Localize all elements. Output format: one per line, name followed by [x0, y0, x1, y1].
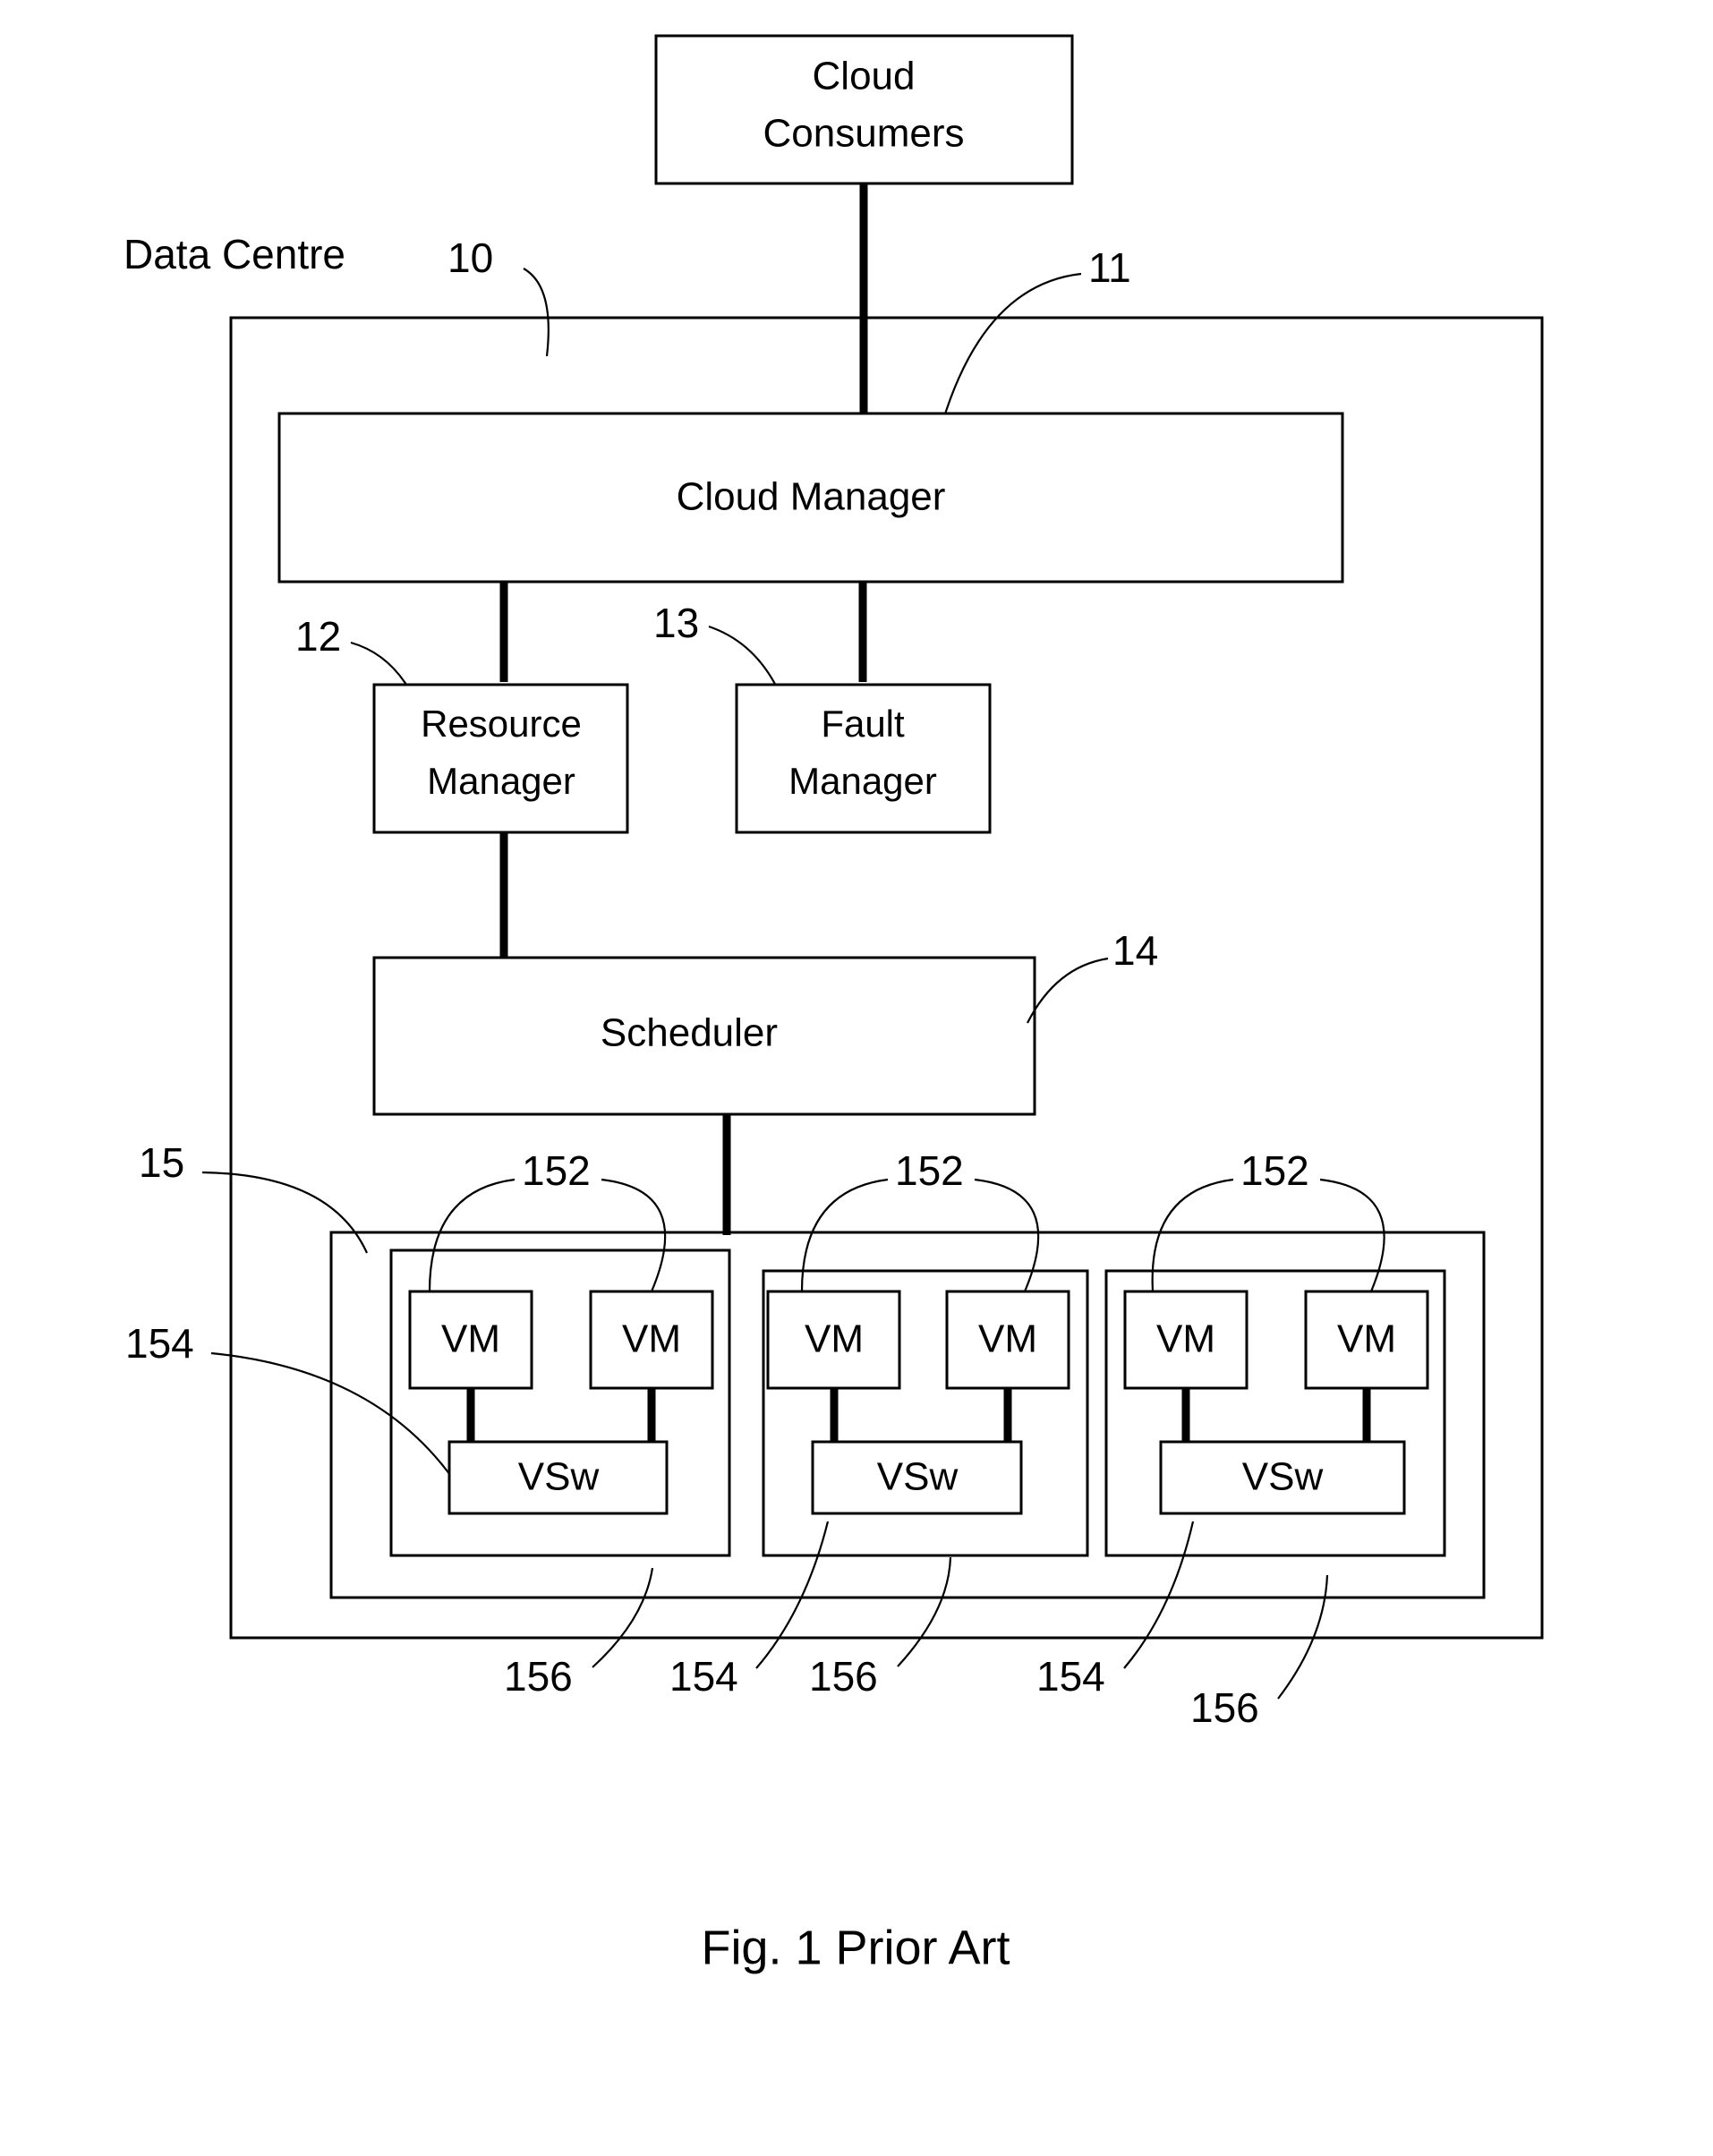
- ref-11-cloud-manager: 11: [1088, 244, 1131, 291]
- cloud-consumers-node: Cloud Consumers: [654, 34, 1074, 185]
- ref-13-fault-manager: 13: [653, 600, 699, 646]
- cloud-consumers-label-line2: Consumers: [763, 112, 965, 156]
- ref-154-vswitch-host3: 154: [1036, 1653, 1105, 1700]
- leader-line-ref-156-host2: [897, 1556, 952, 1667]
- vm-label-1a: VM: [441, 1317, 500, 1361]
- cloud-consumers-label-line1: Cloud: [813, 55, 916, 98]
- leader-line-ref-152-host2-left: [800, 1178, 889, 1292]
- ref-152-vm-host3: 152: [1240, 1147, 1309, 1194]
- leader-line-ref-156-host1: [592, 1567, 654, 1668]
- leader-line-ref-152-host1-left: [428, 1178, 516, 1292]
- leader-line-ref-152-host1-right: [601, 1178, 667, 1292]
- leader-line-ref-14: [1027, 957, 1109, 1024]
- ref-156-host1: 156: [504, 1653, 573, 1700]
- ref-152-vm-host1: 152: [522, 1147, 591, 1194]
- resource-manager-label-line2: Manager: [427, 760, 575, 802]
- ref-10-data-centre: 10: [447, 234, 493, 281]
- vswitch-label-3: VSw: [1242, 1455, 1324, 1499]
- prior-art-cloud-datacentre-diagram: Cloud Consumers Data Centre 10 11 Cloud …: [124, 34, 1544, 1974]
- host-group-3: 152 VM VM VSw 154 156: [1036, 1147, 1446, 1731]
- fault-manager-node: Fault Manager: [735, 683, 992, 834]
- host-group-2: 152 VM VM VSw 154 156: [669, 1147, 1089, 1700]
- leader-line-ref-15: [201, 1171, 369, 1254]
- ref-15-rack: 15: [139, 1139, 184, 1186]
- figure-caption: Fig. 1 Prior Art: [701, 1921, 1010, 1974]
- resource-manager-node: Resource Manager: [372, 683, 629, 834]
- leader-line-ref-152-host2-right: [974, 1178, 1040, 1292]
- ref-152-vm-host2: 152: [895, 1147, 964, 1194]
- vm-label-3a: VM: [1156, 1317, 1215, 1361]
- cloud-manager-node: Cloud Manager: [277, 412, 1344, 584]
- vm-label-1b: VM: [622, 1317, 681, 1361]
- cloud-manager-label: Cloud Manager: [677, 475, 946, 519]
- ref-156-host3: 156: [1190, 1684, 1259, 1731]
- data-centre-label: Data Centre: [124, 231, 345, 277]
- resource-manager-label-line1: Resource: [421, 703, 582, 745]
- host-group-1: 152 VM VM VSw 156: [389, 1147, 731, 1700]
- scheduler-node: Scheduler: [372, 956, 1036, 1116]
- vm-label-2b: VM: [978, 1317, 1037, 1361]
- leader-line-ref-154-host2: [755, 1521, 830, 1669]
- leader-line-ref-154-host3: [1123, 1521, 1195, 1669]
- figure-root: Cloud Consumers Data Centre 10 11 Cloud …: [0, 0, 1713, 2156]
- leader-line-ref-152-host3-right: [1319, 1178, 1385, 1292]
- leader-line-ref-11: [941, 272, 1082, 423]
- vm-label-3b: VM: [1337, 1317, 1396, 1361]
- leader-line-ref-10: [523, 268, 550, 357]
- scheduler-label: Scheduler: [601, 1011, 778, 1055]
- ref-154-vswitch-host2: 154: [669, 1653, 738, 1700]
- vswitch-label-1: VSw: [518, 1455, 600, 1499]
- ref-154-vswitch-host1: 154: [125, 1320, 194, 1367]
- ref-12-resource-manager: 12: [295, 613, 341, 660]
- fault-manager-label-line1: Fault: [821, 703, 905, 745]
- rack-container: [329, 1231, 1486, 1599]
- fault-manager-label-line2: Manager: [788, 760, 937, 802]
- vswitch-label-2: VSw: [877, 1455, 959, 1499]
- leader-line-ref-152-host3-left: [1151, 1178, 1234, 1292]
- vm-label-2a: VM: [805, 1317, 864, 1361]
- ref-156-host2: 156: [809, 1653, 878, 1700]
- ref-14-scheduler: 14: [1112, 927, 1158, 974]
